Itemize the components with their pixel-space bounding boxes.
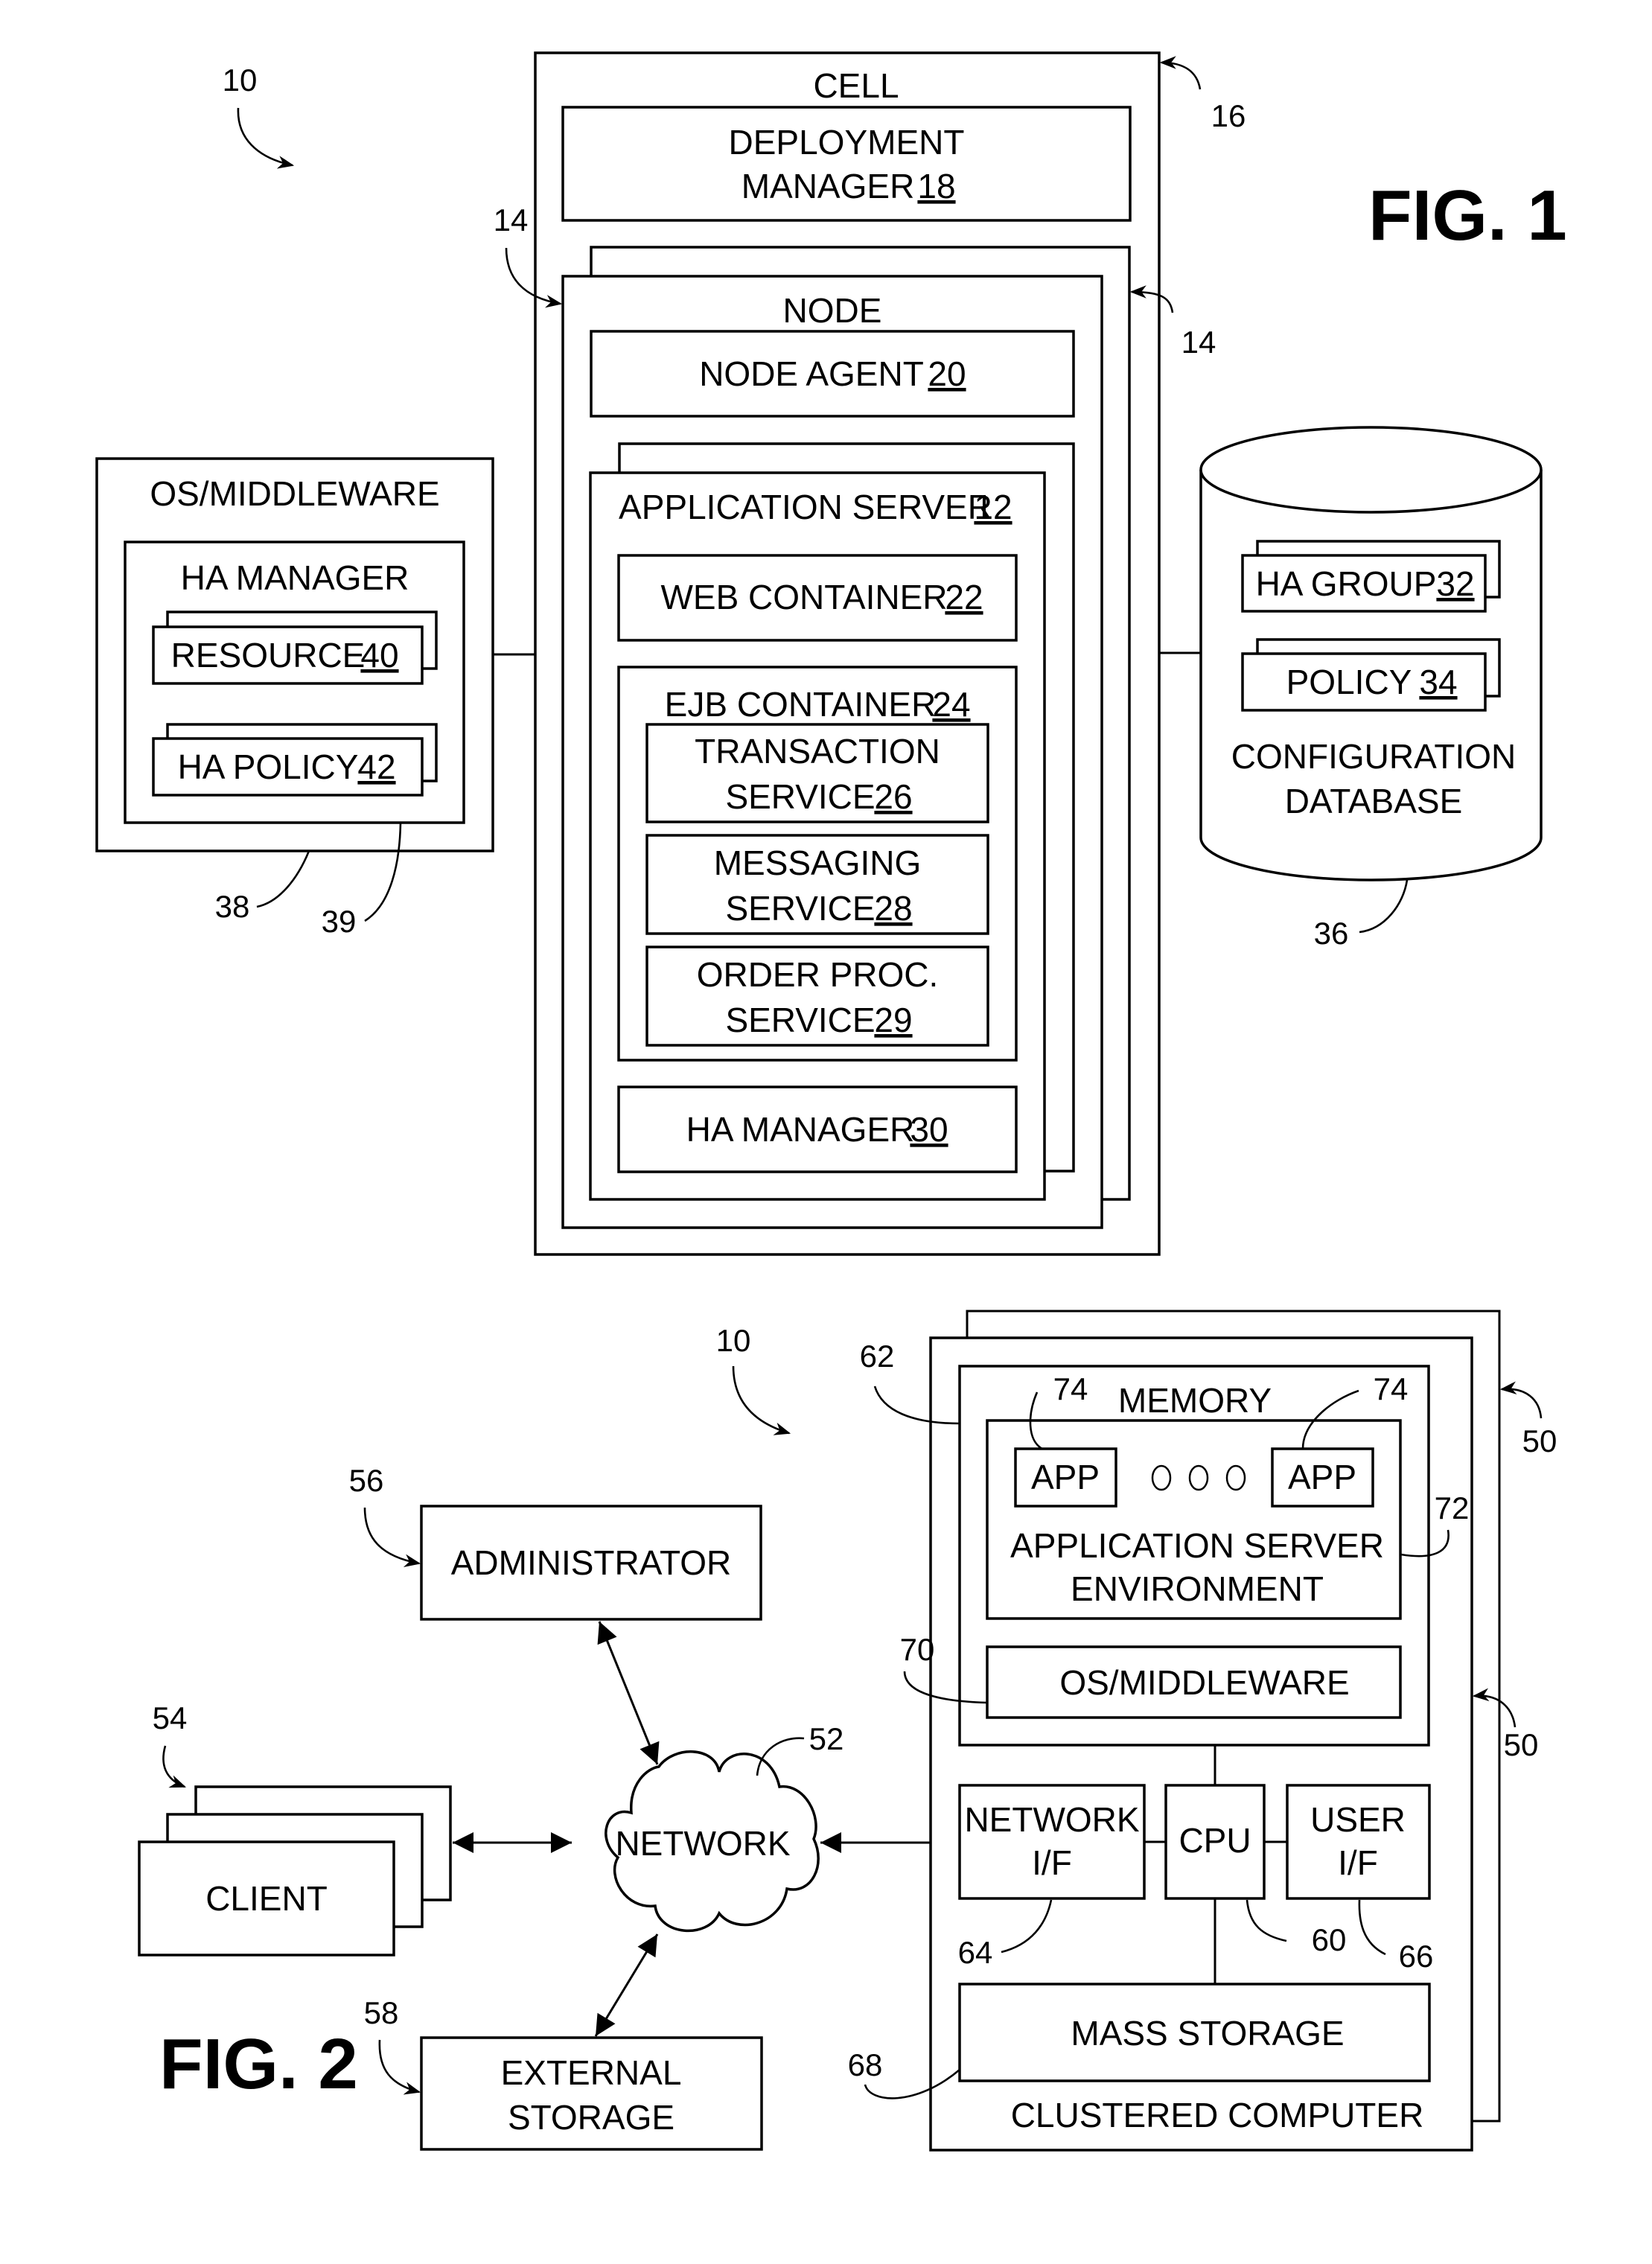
network-label: NETWORK <box>615 1824 790 1863</box>
user-if-label: USER <box>1310 1800 1406 1839</box>
application-server-label: APPLICATION SERVER <box>619 488 992 526</box>
client-label: CLIENT <box>205 1879 328 1918</box>
external-storage-label: EXTERNAL <box>501 2053 682 2092</box>
leader-38 <box>256 850 310 908</box>
node-agent-label: NODE AGENT <box>699 354 924 393</box>
os-middleware-label-fig2: OS/MIDDLEWARE <box>1059 1663 1349 1702</box>
figure-2: 10 FIG. 2 ADMINISTRATOR 56 CLIENT 54 NET… <box>138 1310 1557 2152</box>
os-middleware-label: OS/MIDDLEWARE <box>150 474 439 513</box>
ref-label-64: 64 <box>958 1935 993 1970</box>
deployment-manager-label-2: MANAGER <box>742 167 915 205</box>
order-proc-service-label: ORDER PROC. <box>697 955 939 994</box>
administrator-label: ADMINISTRATOR <box>451 1543 732 1582</box>
resource-label: RESOURCE <box>171 636 366 675</box>
configuration-database-label-2: DATABASE <box>1285 782 1463 820</box>
ref-label-18: 18 <box>917 167 955 205</box>
figure-2-title: FIG. 2 <box>159 2024 358 2104</box>
ref-label-14-right: 14 <box>1181 325 1216 360</box>
mass-storage-label: MASS STORAGE <box>1071 2014 1344 2053</box>
messaging-service-label-2: SERVICE <box>725 889 875 928</box>
figure-1-title: FIG. 1 <box>1368 176 1567 255</box>
app-server-environment-label-2: ENVIRONMENT <box>1071 1569 1324 1608</box>
transaction-service-label: TRANSACTION <box>695 732 940 771</box>
ref-label-30: 30 <box>910 1110 948 1149</box>
ref-label-10: 10 <box>223 63 258 98</box>
node-label: NODE <box>783 291 882 330</box>
transaction-service-label-2: SERVICE <box>725 777 875 816</box>
leader-arrow-54 <box>162 1745 187 1788</box>
ellipsis-dot <box>1225 1464 1246 1491</box>
leader-arrow-16 <box>1159 56 1202 90</box>
deployment-manager-label: DEPLOYMENT <box>729 123 965 162</box>
leader-arrow-58 <box>378 2039 421 2095</box>
ref-label-32: 32 <box>1436 564 1474 603</box>
clustered-computer-label: CLUSTERED COMPUTER <box>1011 2096 1424 2134</box>
ref-label-62: 62 <box>860 1339 895 1374</box>
web-container-label: WEB CONTAINER <box>660 578 947 616</box>
ref-label-58: 58 <box>364 1995 399 2030</box>
ref-label-72: 72 <box>1435 1490 1470 1525</box>
ref-label-24: 24 <box>932 685 970 724</box>
ref-label-70: 70 <box>900 1632 935 1667</box>
network-if-label: NETWORK <box>964 1800 1139 1839</box>
administrator-network-arrow <box>597 1621 660 1765</box>
ha-policy-label: HA POLICY <box>178 747 359 786</box>
leader-36 <box>1359 879 1409 934</box>
leader-arrow-10-fig2 <box>732 1365 791 1435</box>
ha-manager-os-label: HA MANAGER <box>181 558 409 597</box>
memory-label: MEMORY <box>1118 1381 1272 1420</box>
ref-label-14-left: 14 <box>494 203 529 237</box>
external-storage-label-2: STORAGE <box>508 2098 674 2137</box>
ha-manager-server-label: HA MANAGER <box>686 1110 915 1149</box>
ref-label-16: 16 <box>1211 98 1246 133</box>
ref-label-52: 52 <box>809 1721 844 1756</box>
leader-arrow-10 <box>237 107 295 169</box>
patent-figure-sheet: 10 FIG. 1 CELL 16 DEPLOYMENT MANAGER 18 … <box>95 51 1567 2152</box>
configuration-database-cylinder-top <box>1199 426 1543 514</box>
ref-label-10-fig2: 10 <box>716 1323 751 1358</box>
app-left-label: APP <box>1031 1458 1100 1496</box>
ref-label-50-top: 50 <box>1522 1423 1557 1458</box>
cpu-label: CPU <box>1179 1821 1251 1860</box>
ref-label-28: 28 <box>874 889 912 928</box>
ref-label-74-left: 74 <box>1053 1371 1088 1406</box>
ref-label-26: 26 <box>874 777 912 816</box>
app-server-environment-label: APPLICATION SERVER <box>1010 1526 1384 1565</box>
ellipsis-dot <box>1151 1464 1172 1491</box>
ref-label-36: 36 <box>1314 916 1349 951</box>
network-if-label-2: I/F <box>1032 1843 1072 1882</box>
figure-1: 10 FIG. 1 CELL 16 DEPLOYMENT MANAGER 18 … <box>95 51 1567 1256</box>
leader-arrow-50-bottom <box>1472 1688 1517 1728</box>
configuration-database-label: CONFIGURATION <box>1231 737 1516 776</box>
messaging-service-label: MESSAGING <box>714 844 922 882</box>
network-storage-arrow <box>594 1933 659 2037</box>
ref-label-29: 29 <box>874 1001 912 1039</box>
order-proc-service-label-2: SERVICE <box>725 1001 875 1039</box>
leader-arrow-56 <box>363 1507 421 1567</box>
ref-label-42: 42 <box>357 747 395 786</box>
user-if-label-2: I/F <box>1338 1843 1378 1882</box>
ref-label-60: 60 <box>1312 1922 1347 1957</box>
ref-label-74-right: 74 <box>1374 1371 1409 1406</box>
ellipsis-dot <box>1188 1464 1209 1491</box>
ref-label-54: 54 <box>153 1700 188 1735</box>
cell-label: CELL <box>813 66 899 105</box>
ref-label-20: 20 <box>928 354 966 393</box>
ref-label-56: 56 <box>349 1463 384 1498</box>
ref-label-38: 38 <box>215 889 250 924</box>
ref-label-68: 68 <box>848 2047 883 2082</box>
ref-label-39: 39 <box>322 904 357 939</box>
ref-label-50-bottom: 50 <box>1504 1727 1539 1762</box>
ref-label-66: 66 <box>1399 1939 1434 1974</box>
ha-group-label: HA GROUP <box>1256 564 1437 603</box>
ref-label-40: 40 <box>360 636 398 675</box>
app-right-label: APP <box>1288 1458 1356 1496</box>
ref-label-12: 12 <box>974 488 1012 526</box>
ref-label-22: 22 <box>945 578 983 616</box>
leader-arrow-50-top <box>1499 1381 1543 1419</box>
ejb-container-label: EJB CONTAINER <box>665 685 937 724</box>
ref-label-34: 34 <box>1419 663 1457 701</box>
policy-label: POLICY <box>1286 663 1412 701</box>
